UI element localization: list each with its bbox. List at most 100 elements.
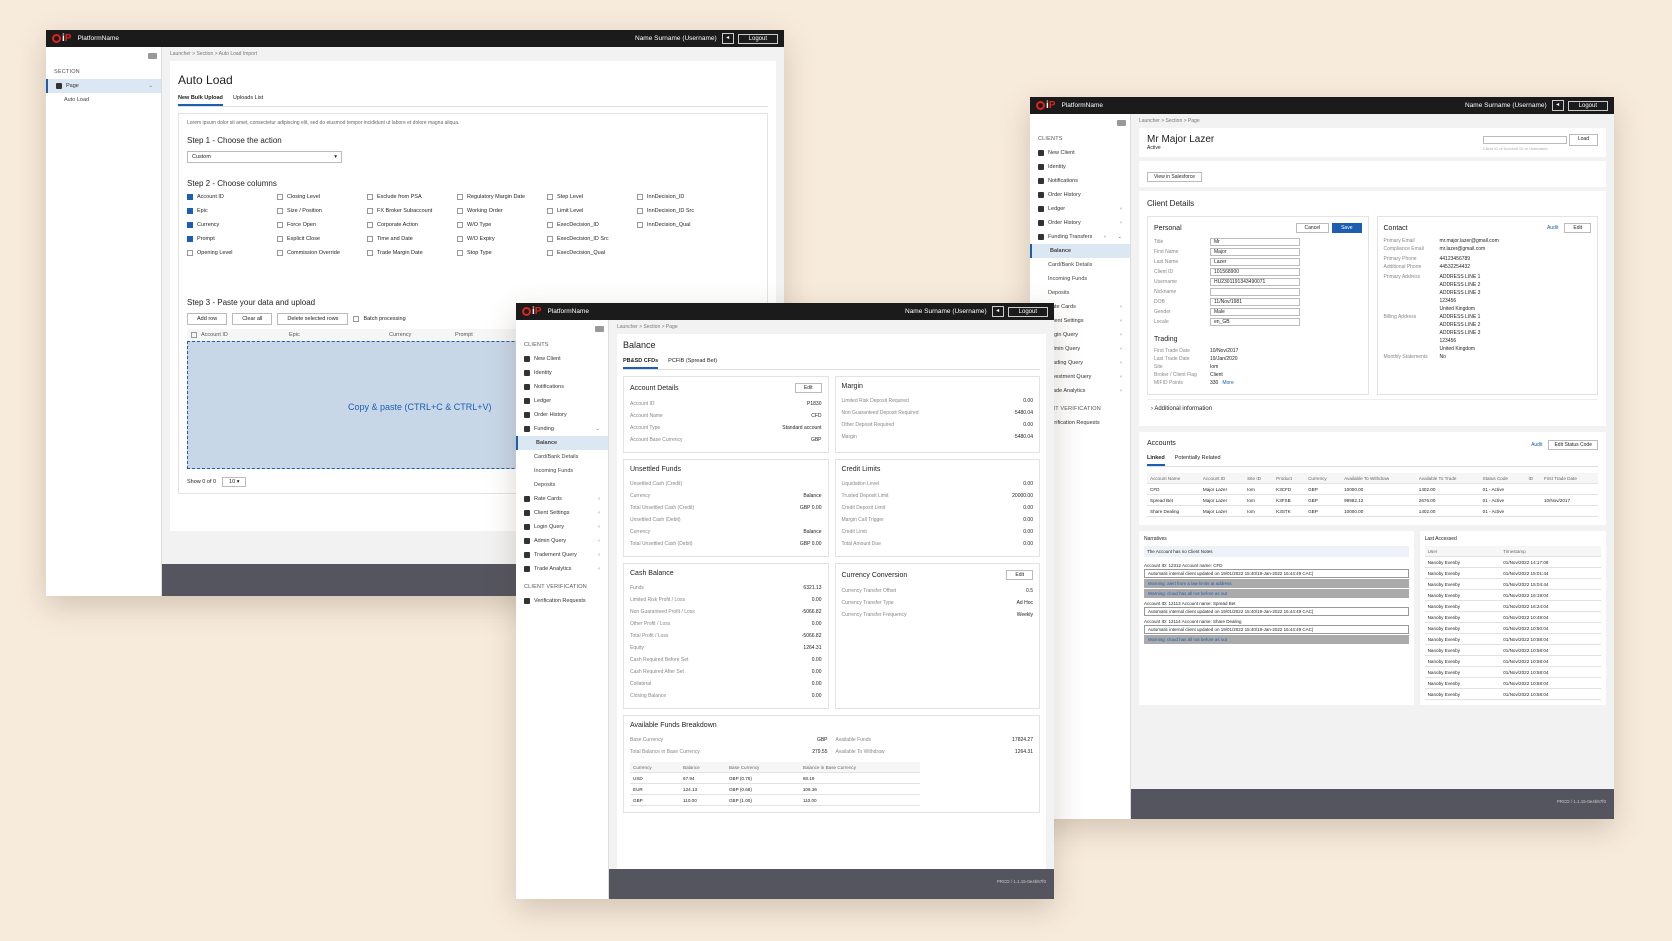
checkbox[interactable] [277,208,283,214]
column-option[interactable]: InnDecision_ID [637,194,727,200]
save-button[interactable]: Save [1332,223,1362,233]
checkbox[interactable] [457,236,463,242]
table-row[interactable]: Nanoby Evenby 01/Nov/2022 10:58:04 [1424,655,1601,667]
exit-icon[interactable]: ◂ [991,306,1004,317]
sidebar-item-deposits[interactable]: Deposits [1030,286,1130,300]
salesforce-button[interactable]: View in Salesforce [1147,172,1203,182]
last-name-field[interactable]: Lazer [1210,258,1300,266]
column-option[interactable]: Working Order [457,208,547,214]
column-option[interactable]: Prompt [187,236,277,242]
sidebar-item-new-client[interactable]: New Client [516,352,608,366]
table-row[interactable]: EUR 124.13 GBP (0.68) 108.36 [630,783,920,795]
sidebar-item-deposits[interactable]: Deposits [516,478,608,492]
exit-icon[interactable]: ◂ [1551,100,1564,111]
menu-icon[interactable] [1117,120,1126,126]
accounts-audit-link[interactable]: Audit [1531,442,1542,448]
table-row[interactable]: Spread Bet Major Lazer Iom K3FSB GBP 99982.12… [1147,494,1598,506]
column-option[interactable]: InnDecision_Qual [637,222,727,228]
column-option[interactable]: ExecDecision_ID Src [547,236,637,242]
checkbox[interactable] [187,222,193,228]
sidebar-item-card-bank-details[interactable]: Card/Bank Details [1030,258,1130,272]
logout-button[interactable]: Logout [1567,100,1608,111]
audit-link[interactable]: Audit [1547,225,1558,231]
logout-button[interactable]: Logout [1007,306,1048,317]
username-field[interactable]: HU2301191343490071 [1210,278,1300,286]
checkbox[interactable] [547,250,553,256]
table-row[interactable]: Nanoby Evenby 01/Nov/2022 16:19:04 [1424,589,1601,601]
dob-field[interactable]: 11/Nov/1981 [1210,298,1300,306]
batch-checkbox[interactable] [353,316,360,322]
table-row[interactable]: Nanoby Evenby 01/Nov/2022 14:17:08 [1424,556,1601,568]
column-option[interactable]: W/O Type [457,222,547,228]
action-select[interactable]: Custom ▾ [187,151,342,163]
checkbox[interactable] [187,236,193,242]
table-row[interactable]: Nanoby Evenby 01/Nov/2022 10:50:04 [1424,622,1601,634]
column-option[interactable]: InnDecision_ID Src [637,208,727,214]
column-option[interactable]: ExecDecision_Qual [547,250,637,256]
edit-button[interactable]: Edit [1564,223,1591,233]
table-row[interactable]: Share Dealing Major Lazer Iom K3STK GBP 10000… [1147,505,1598,517]
column-option[interactable]: Stop Type [457,250,547,256]
sidebar-item-balance[interactable]: Balance [1030,244,1130,258]
column-option[interactable]: Time and Date [367,236,457,242]
column-option[interactable]: ExecDecision_ID [547,222,637,228]
sidebar-item-order-history[interactable]: Order History [516,408,608,422]
table-row[interactable]: CFD Major Lazer Iom K3CFD GBP 10000.00 1402.00… [1147,483,1598,495]
column-option[interactable]: Opening Level [187,250,277,256]
sidebar-item-notifications[interactable]: Notifications [516,380,608,394]
tab-pbsd-cfds[interactable]: PB&SD CFDs [623,358,659,369]
edit-button[interactable]: Edit [794,383,822,393]
tab-pcfib[interactable]: PCFIB (Spread Bet) [668,358,717,369]
column-option[interactable]: Commission Override [277,250,367,256]
sidebar-item-verification-requests[interactable]: Verification Requests [516,594,608,608]
checkbox[interactable] [457,208,463,214]
sidebar-item-admin-query[interactable]: Admin Query ‹ [516,534,608,548]
sidebar-item-login-query[interactable]: Login Query ‹ [516,520,608,534]
menu-icon[interactable] [595,326,604,332]
load-button[interactable]: Load [1568,134,1598,146]
column-option[interactable]: Currency [187,222,277,228]
checkbox[interactable] [547,194,553,200]
sidebar-item-auto-load[interactable]: Auto Load [46,93,161,107]
table-row[interactable]: Nanoby Evenby 01/Nov/2022 15:01:44 [1424,567,1601,579]
checkbox[interactable] [367,236,373,242]
sidebar-item-ledger[interactable]: Ledger ‹ [1030,202,1130,216]
checkbox[interactable] [277,236,283,242]
sidebar-item-ledger[interactable]: Ledger [516,394,608,408]
menu-icon[interactable] [148,53,157,59]
column-option[interactable]: W/O Expiry [457,236,547,242]
checkbox[interactable] [187,194,193,200]
checkbox[interactable] [367,250,373,256]
checkbox[interactable] [277,250,283,256]
sidebar-item-client-settings[interactable]: Client Settings ‹ [516,506,608,520]
delete-rows-button[interactable]: Delete selected rows [277,313,349,325]
table-row[interactable]: Nanoby Evenby 01/Nov/2022 10:48:04 [1424,611,1601,623]
column-option[interactable]: Explicit Close [277,236,367,242]
table-row[interactable]: Nanoby Evenby 01/Nov/2022 10:58:04 [1424,677,1601,689]
table-row[interactable]: Nanoby Evenby 01/Nov/2022 10:58:04 [1424,688,1601,700]
add-row-button[interactable]: Add row [187,313,228,325]
table-row[interactable]: Nanoby Evenby 01/Nov/2022 15:04:44 [1424,578,1601,590]
sidebar-item-notifications[interactable]: Notifications [1030,174,1130,188]
checkbox[interactable] [457,194,463,200]
checkbox[interactable] [277,194,283,200]
table-row[interactable]: USD 67.94 GBP (0.76) 68.19 [630,772,920,784]
column-option[interactable]: FX Broker Subaccount [367,208,457,214]
select-all-checkbox[interactable] [191,332,197,338]
sidebar-item-incoming-funds[interactable]: Incoming Funds [516,464,608,478]
checkbox[interactable] [637,208,643,214]
checkbox[interactable] [547,236,553,242]
logout-button[interactable]: Logout [737,33,778,44]
table-row[interactable]: GBP 110.00 GBP (1.00) 110.00 [630,794,920,806]
checkbox[interactable] [367,194,373,200]
sidebar-item-incoming-funds[interactable]: Incoming Funds [1030,272,1130,286]
sidebar-item-tradement-query[interactable]: Tradement Query ‹ [516,548,608,562]
client-id-field[interactable]: 101568900 [1210,268,1300,276]
column-option[interactable]: Trade Margin Date [367,250,457,256]
tab-uploads-list[interactable]: Uploads List [233,95,263,106]
clear-all-button[interactable]: Clear all [232,313,273,325]
additional-info-toggle[interactable]: › Additional information [1147,399,1598,418]
column-option[interactable]: Account ID [187,194,277,200]
checkbox[interactable] [187,208,193,214]
checkbox[interactable] [547,208,553,214]
